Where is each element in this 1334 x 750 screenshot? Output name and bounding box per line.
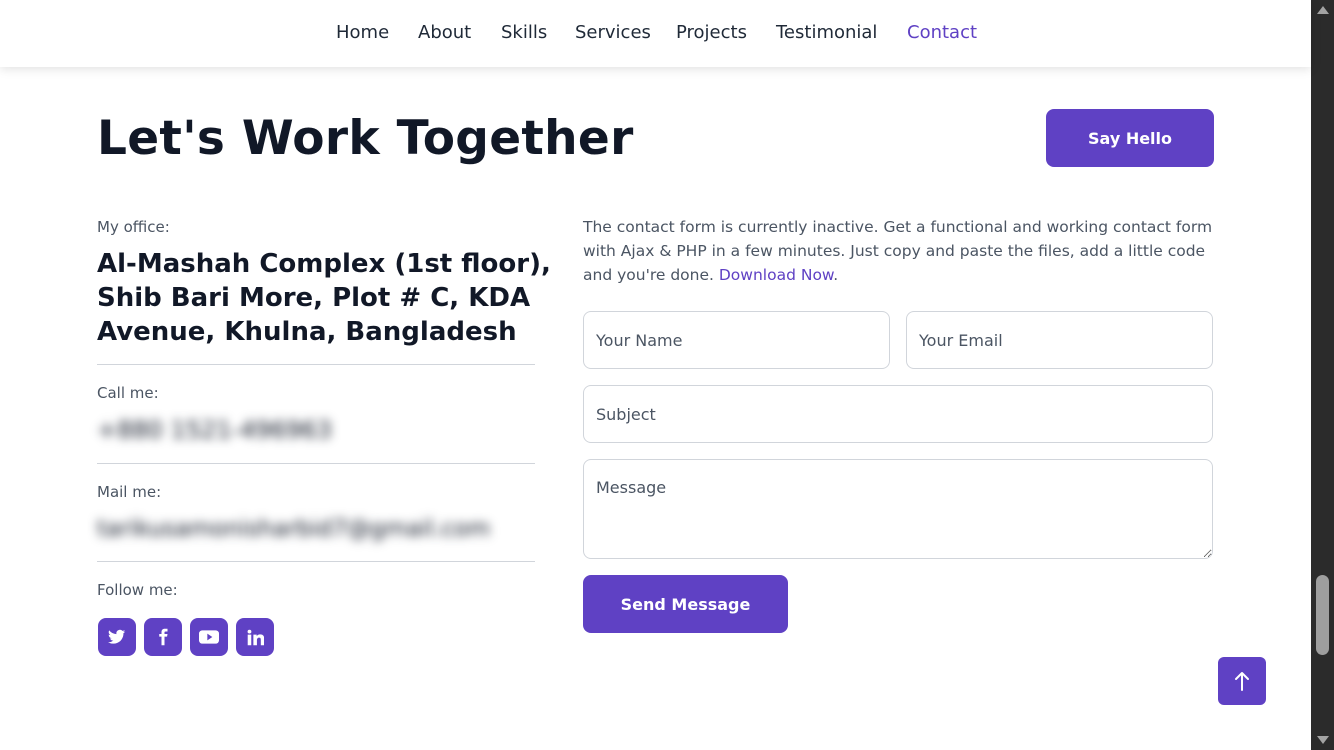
twitter-icon [108, 629, 126, 644]
nav-link-contact[interactable]: Contact [907, 21, 977, 45]
contact-form-intro: The contact form is currently inactive. … [583, 215, 1213, 287]
mail-label: Mail me: [97, 483, 162, 501]
intro-text: The contact form is currently inactive. … [583, 218, 1213, 284]
office-label: My office: [97, 218, 170, 236]
back-to-top-button[interactable] [1218, 657, 1266, 705]
call-label: Call me: [97, 384, 159, 402]
linkedin-button[interactable] [236, 618, 274, 656]
youtube-icon [199, 630, 219, 644]
name-input[interactable] [583, 311, 890, 369]
facebook-button[interactable] [144, 618, 182, 656]
divider [97, 561, 535, 562]
divider [97, 463, 535, 464]
nav-link-services[interactable]: Services [575, 21, 651, 45]
message-textarea[interactable] [583, 459, 1213, 559]
email-address[interactable]: tarikusamonisharbid7@gmail.com [97, 513, 490, 545]
send-message-button[interactable]: Send Message [583, 575, 788, 633]
phone-number[interactable]: +880 1521-496963 [97, 414, 332, 446]
twitter-button[interactable] [98, 618, 136, 656]
nav-link-testimonial[interactable]: Testimonial [776, 21, 877, 45]
linkedin-icon [247, 629, 264, 645]
email-input[interactable] [906, 311, 1213, 369]
nav-link-about[interactable]: About [418, 21, 471, 45]
nav-link-projects[interactable]: Projects [676, 21, 747, 45]
scrollbar-thumb[interactable] [1316, 575, 1329, 655]
office-address: Al-Mashah Complex (1st floor), Shib Bari… [97, 249, 551, 347]
divider [97, 364, 535, 365]
scroll-down-arrow[interactable] [1317, 736, 1329, 744]
navbar: Home About Skills Services Projects Test… [0, 0, 1311, 67]
follow-label: Follow me: [97, 581, 178, 599]
scrollbar[interactable] [1311, 0, 1334, 750]
intro-end: . [833, 266, 839, 284]
facebook-icon [159, 628, 168, 646]
say-hello-button[interactable]: Say Hello [1046, 109, 1214, 167]
nav-link-skills[interactable]: Skills [501, 21, 547, 45]
arrow-up-icon [1235, 672, 1249, 691]
scroll-up-arrow[interactable] [1317, 6, 1329, 14]
download-now-link[interactable]: Download Now [719, 266, 833, 284]
subject-input[interactable] [583, 385, 1213, 443]
page-title: Let's Work Together [97, 111, 634, 166]
youtube-button[interactable] [190, 618, 228, 656]
nav-link-home[interactable]: Home [336, 21, 389, 45]
